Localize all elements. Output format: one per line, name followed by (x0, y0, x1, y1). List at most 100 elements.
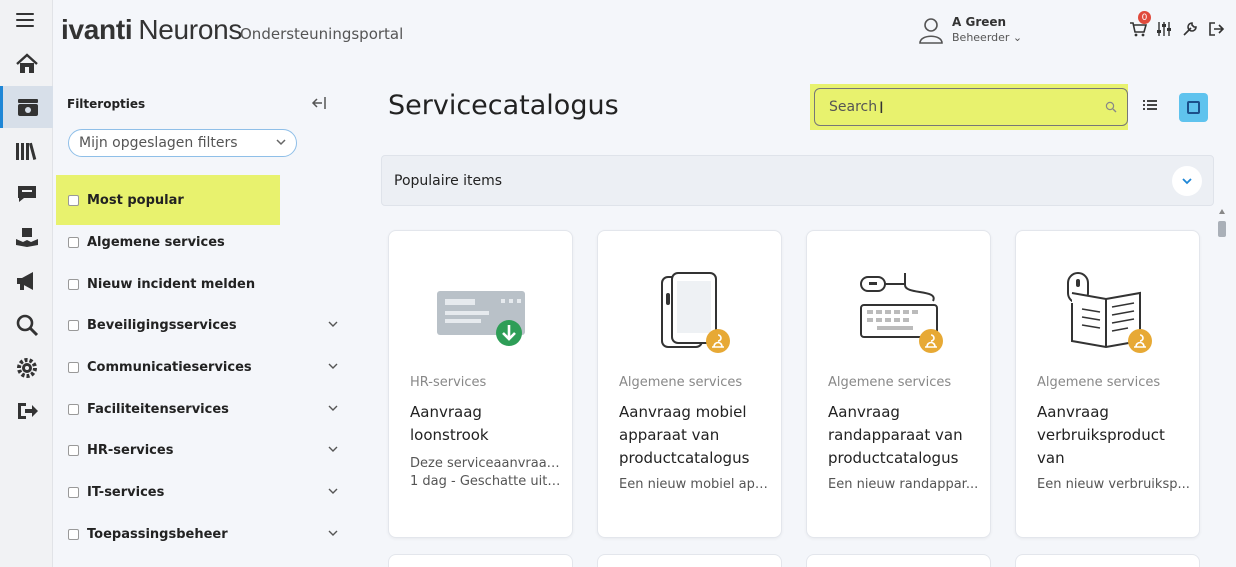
filter-label: Faciliteitenservices (87, 401, 229, 417)
logout-icon (17, 403, 38, 419)
search-placeholder: Search (829, 99, 878, 115)
nav-home[interactable] (0, 43, 53, 85)
signout-button[interactable] (1207, 20, 1225, 38)
search-icon (16, 314, 38, 337)
filter-label: Most popular (87, 192, 184, 208)
card-category: Algemene services (828, 375, 952, 390)
card-description: Een nieuw mobiel app... (619, 477, 774, 492)
megaphone-icon (16, 272, 33, 290)
filter-item-most-popular[interactable]: Most popular (56, 175, 280, 225)
nav-announcements[interactable] (0, 260, 53, 302)
grid-view-button[interactable] (1179, 93, 1208, 122)
filter-checkbox[interactable] (68, 278, 79, 290)
card-title: Aanvraag verbruiksproduct van (1037, 403, 1165, 467)
catalog-icon (18, 99, 38, 116)
filter-label: Algemene services (87, 234, 225, 250)
filter-item-new-incident[interactable]: Nieuw incident melden (56, 263, 346, 305)
nav-search[interactable] (0, 304, 53, 346)
filter-item-general-services[interactable]: Algemene services (56, 221, 346, 263)
filter-checkbox[interactable] (68, 361, 79, 373)
filter-item-facility-services[interactable]: Faciliteitenservices (56, 388, 346, 430)
user-avatar-icon (919, 18, 943, 44)
filter-checkbox[interactable] (68, 444, 79, 456)
scrollbar-thumb[interactable] (1218, 221, 1226, 237)
popular-items-section[interactable]: Populaire items (381, 155, 1214, 206)
catalog-card-payslip[interactable]: HR-services Aanvraag loonstrook Deze ser… (388, 230, 573, 538)
chevron-down-icon[interactable] (328, 403, 338, 413)
chevron-down-icon[interactable] (328, 361, 338, 371)
search-input[interactable]: Search I (814, 88, 1128, 126)
payslip-download-icon (437, 291, 525, 346)
nav-library[interactable] (0, 130, 53, 172)
catalog-card-peripheral[interactable]: Algemene services Aanvraag randapparaat … (806, 230, 991, 538)
filter-checkbox[interactable] (68, 194, 79, 206)
nav-packages[interactable] (0, 216, 53, 258)
catalog-card-next-row[interactable] (597, 554, 782, 567)
filter-item-communication-services[interactable]: Communicatieservices (56, 346, 346, 388)
filters-settings-button[interactable] (1155, 20, 1173, 38)
keyboard-mouse-icon (860, 273, 943, 353)
filter-checkbox[interactable] (68, 486, 79, 498)
filter-item-it-services[interactable]: IT-services (56, 471, 346, 513)
saved-filters-select[interactable]: Mijn opgeslagen filters (68, 129, 297, 157)
card-category: HR-services (410, 375, 487, 390)
signout-icon (1209, 22, 1225, 36)
card-category: Algemene services (1037, 375, 1161, 390)
header-actions: 0 (1129, 11, 1225, 38)
menu-icon[interactable] (16, 13, 34, 29)
chevron-down-icon[interactable] (328, 486, 338, 496)
search-icon[interactable] (1105, 101, 1117, 113)
user-role: Beheerder ⌄ (952, 31, 1023, 44)
filter-label: IT-services (87, 484, 165, 500)
catalog-card-next-row[interactable] (1015, 554, 1200, 567)
filter-item-security-services[interactable]: Beveiligingsservices (56, 304, 346, 346)
top-header: ivanti Neurons Ondersteuningsportal A Gre… (53, 0, 1236, 66)
filter-label: Beveiligingsservices (87, 317, 237, 333)
tools-button[interactable] (1181, 20, 1199, 38)
nav-logout[interactable] (0, 390, 53, 432)
filter-checkbox[interactable] (68, 236, 79, 248)
sliders-icon (1157, 22, 1171, 36)
card-description: Een nieuw verbruiksp... (1037, 477, 1190, 492)
box-hands-icon (15, 228, 38, 247)
filter-checkbox[interactable] (68, 403, 79, 415)
card-title: Aanvraag randapparaat van productcatalog… (828, 403, 963, 467)
filter-label: Nieuw incident melden (87, 276, 256, 292)
nav-service-catalog[interactable] (0, 86, 53, 128)
home-icon (15, 53, 38, 73)
catalog-card-consumable[interactable]: Algemene services Aanvraag verbruiksprod… (1015, 230, 1200, 538)
filter-checkbox[interactable] (68, 319, 79, 331)
nav-messages[interactable] (0, 173, 53, 215)
chevron-down-icon[interactable] (328, 528, 338, 538)
cart-count-badge: 0 (1138, 11, 1151, 24)
card-category: Algemene services (619, 375, 743, 390)
cart-button[interactable]: 0 (1129, 11, 1151, 38)
saved-filters-value: Mijn opgeslagen filters (79, 135, 238, 151)
mouse-book-icon (1067, 272, 1152, 353)
wrench-icon (1183, 22, 1197, 36)
chevron-down-icon[interactable] (328, 319, 338, 329)
catalog-card-mobile-device[interactable]: Algemene services Aanvraag mobiel appara… (597, 230, 782, 538)
gear-icon (16, 358, 37, 378)
scroll-up-arrow[interactable] (1219, 209, 1225, 214)
filter-item-application-management[interactable]: Toepassingsbeheer (56, 513, 346, 555)
expand-popular-button[interactable] (1172, 166, 1202, 196)
text-cursor-icon: I (879, 98, 884, 117)
nav-settings[interactable] (0, 347, 53, 389)
collapse-panel-icon[interactable] (310, 94, 328, 112)
grid-view-icon (1187, 101, 1200, 114)
catalog-card-next-row[interactable] (806, 554, 991, 567)
list-view-icon[interactable] (1141, 96, 1159, 114)
filter-checkbox[interactable] (68, 528, 79, 540)
ivanti-neurons-logo: ivanti Neurons (61, 14, 243, 45)
catalog-card-next-row[interactable] (388, 554, 573, 567)
user-name: A Green (952, 15, 1007, 29)
chevron-down-icon[interactable] (328, 444, 338, 454)
filter-label: Communicatieservices (87, 359, 252, 375)
filter-item-hr-services[interactable]: HR-services (56, 429, 346, 471)
main-content: Servicecatalogus Search I Populaire item… (353, 66, 1236, 567)
filter-label: HR-services (87, 442, 174, 458)
left-nav-rail (0, 0, 53, 567)
user-menu[interactable]: A Green Beheerder ⌄ (918, 14, 1038, 50)
card-title: Aanvraag mobiel apparaat van productcata… (619, 403, 750, 467)
